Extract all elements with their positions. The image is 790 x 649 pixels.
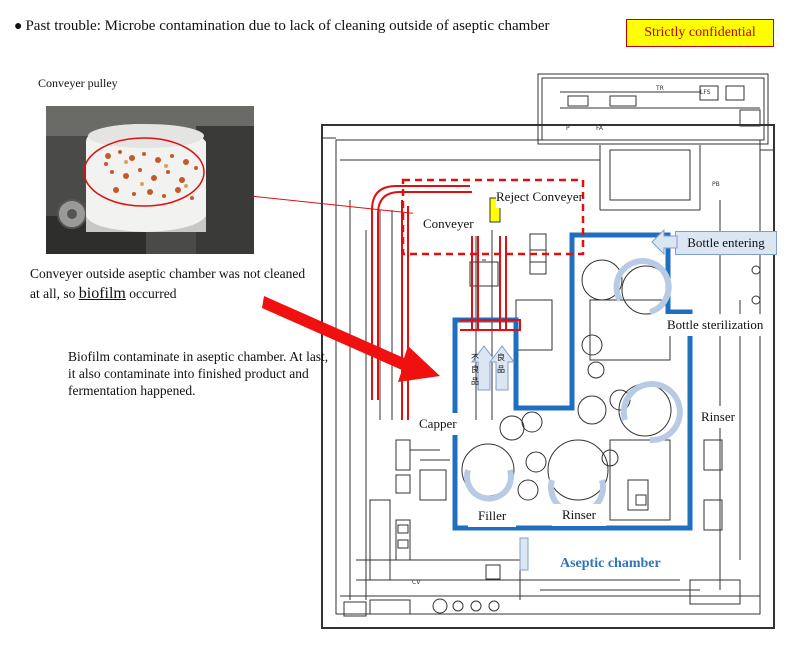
label-rinser-bottom: Rinser [552, 504, 606, 526]
bullet-icon: ● [14, 19, 23, 34]
conveyor-note: Conveyer outside aseptic chamber was not… [30, 264, 310, 304]
label-capper: Capper [414, 413, 462, 435]
label-rinser-right: Rinser [697, 406, 739, 428]
label-reject-conveyer: Reject Conveyer [496, 186, 583, 208]
label-aseptic-chamber: Aseptic chamber [560, 556, 661, 571]
biofilm-word: biofilm [78, 285, 126, 302]
label-conveyer: Conveyer [413, 212, 484, 236]
conveyer-pulley-photo [46, 106, 254, 254]
label-bottle-sterilization: Bottle sterilization [663, 314, 768, 336]
page-title: ● Past trouble: Microbe contamination due… [14, 18, 549, 35]
photo-label: Conveyer pulley [38, 76, 118, 90]
label-bottle-entering: Bottle entering [675, 231, 777, 255]
label-filler: Filler [468, 505, 517, 527]
bottle-entering-arrow-icon [651, 228, 678, 256]
confidential-badge: Strictly confidential [626, 19, 774, 47]
contamination-note: Biofilm contaminate in aseptic chamber. … [68, 349, 329, 398]
title-text: Past trouble: Microbe contamination due … [25, 18, 550, 34]
conveyor-note-tail: occurred [125, 286, 177, 301]
